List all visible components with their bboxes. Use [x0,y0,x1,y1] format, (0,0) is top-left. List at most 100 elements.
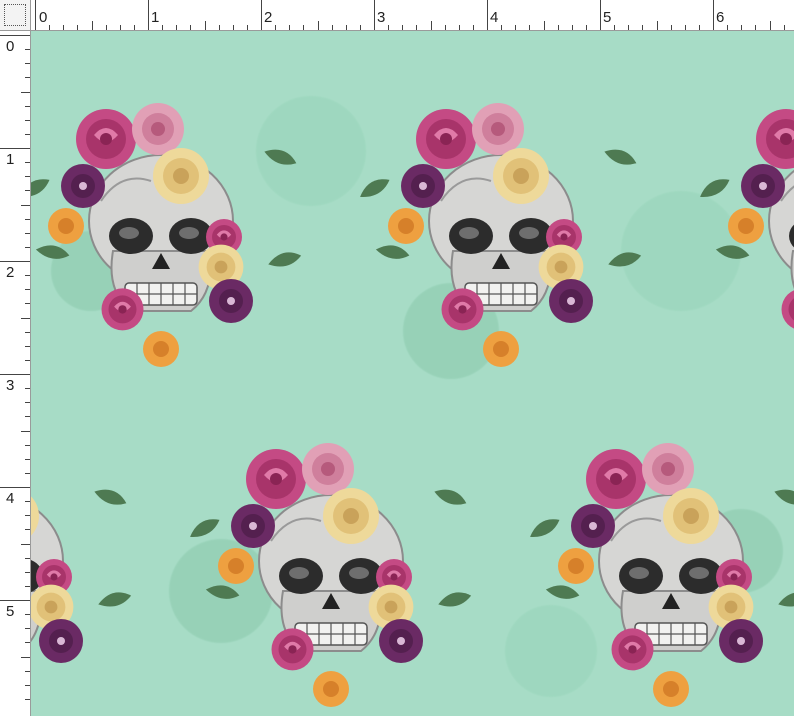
ruler-tick [317,21,319,30]
ruler-tick [21,656,30,658]
ruler-tick [232,25,234,30]
ruler-tick [25,232,30,234]
ruler-tick [0,35,30,36]
ruler-left-label: 4 [6,490,15,507]
ruler-tick [0,261,30,262]
ruler-top-label: 2 [264,9,273,26]
ruler-tick [501,25,503,30]
horizontal-ruler[interactable]: 0 1 2 3 4 5 6 [31,0,794,31]
ruler-tick [727,25,729,30]
ruler-tick [91,21,93,30]
ruler-tick [444,25,446,30]
ruler-tick [0,600,30,601]
ruler-tick [21,430,30,432]
ruler-tick [25,444,30,446]
ruler-tick [49,25,51,30]
ruler-tick [25,190,30,192]
ruler-top-label: 5 [603,9,612,26]
ruler-left-label: 2 [6,264,15,281]
ruler-left-label: 5 [6,603,15,620]
ruler-tick [25,402,30,404]
vertical-ruler[interactable]: 0 1 2 3 4 5 [0,31,31,716]
ruler-tick [25,515,30,517]
ruler-tick [25,105,30,107]
ruler-tick [246,25,248,30]
ruler-tick [25,684,30,686]
ruler-tick [25,585,30,587]
ruler-tick [0,374,30,375]
ruler-tick [755,25,757,30]
ruler-tick [600,0,601,30]
ruler-tick [25,472,30,474]
ruler-tick [25,345,30,347]
ruler-tick [303,25,305,30]
ruler-tick [359,25,361,30]
ruler-tick [684,25,686,30]
ruler-tick [585,25,587,30]
ruler-tick [515,25,517,30]
ruler-tick [614,25,616,30]
ruler-tick [35,0,36,30]
ruler-tick [25,176,30,178]
ruler-tick [25,119,30,121]
ruler-tick [25,133,30,135]
ruler-tick [25,49,30,51]
ruler-tick [21,317,30,319]
ruler-tick [77,25,79,30]
ruler-tick [713,0,714,30]
ruler-tick [416,25,418,30]
ruler-tick [529,25,531,30]
ruler-origin-icon[interactable] [4,4,26,26]
ruler-left-label: 0 [6,38,15,55]
ruler-tick [25,388,30,390]
fabric-design-canvas[interactable] [31,31,794,716]
ruler-tick [458,25,460,30]
ruler-tick [25,303,30,305]
ruler-tick [25,529,30,531]
ruler-tick [430,21,432,30]
ruler-tick [741,25,743,30]
ruler-top-label: 6 [716,9,725,26]
ruler-tick [25,275,30,277]
ruler-tick [0,148,30,149]
ruler-tick [25,416,30,418]
ruler-corner[interactable] [0,0,31,31]
ruler-tick [769,21,771,30]
ruler-tick [162,25,164,30]
ruler-tick [275,25,277,30]
ruler-tick [21,204,30,206]
ruler-top-label: 1 [151,9,160,26]
ruler-tick [656,21,658,30]
ruler-tick [345,25,347,30]
ruler-tick [543,21,545,30]
ruler-tick [148,0,149,30]
ruler-tick [25,331,30,333]
ruler-tick [105,25,107,30]
design-preview-window: 0 1 2 3 4 5 6 0 1 2 3 4 5 [0,0,794,716]
ruler-tick [670,25,672,30]
ruler-tick [472,25,474,30]
ruler-left-label: 1 [6,151,15,168]
ruler-tick [63,25,65,30]
ruler-tick [25,642,30,644]
ruler-tick [402,25,404,30]
ruler-tick [25,571,30,573]
ruler-top-label: 3 [377,9,386,26]
ruler-tick [25,557,30,559]
ruler-tick [25,162,30,164]
ruler-tick [289,25,291,30]
ruler-tick [218,25,220,30]
ruler-tick [25,458,30,460]
ruler-tick [190,25,192,30]
ruler-top-label: 0 [39,9,48,26]
ruler-tick [628,25,630,30]
ruler-tick [388,25,390,30]
ruler-tick [25,218,30,220]
ruler-tick [25,614,30,616]
ruler-tick [571,25,573,30]
ruler-tick [21,543,30,545]
ruler-tick [487,0,488,30]
ruler-top-label: 4 [490,9,499,26]
ruler-tick [0,487,30,488]
ruler-tick [783,25,785,30]
